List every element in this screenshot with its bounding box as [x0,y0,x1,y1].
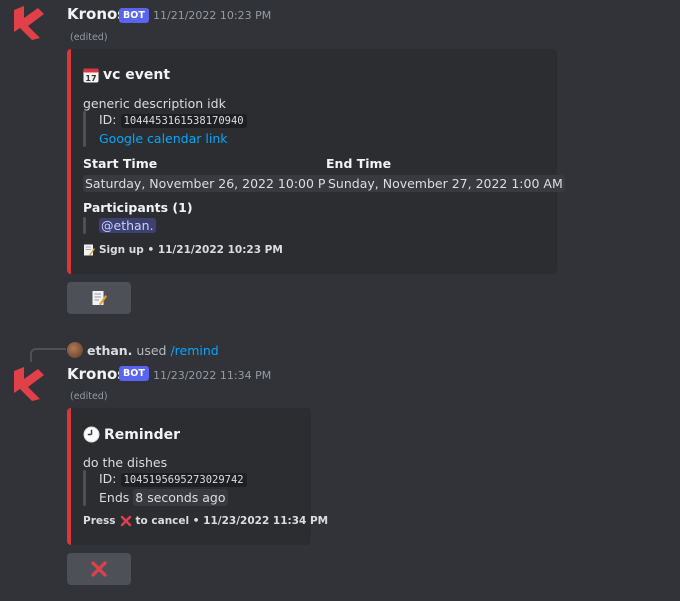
event-id: 1044453161538170940 [120,114,247,128]
reminder-id: 1045195695273029742 [120,473,247,487]
memo-icon [91,290,107,306]
ends-line: Ends 8 seconds ago [99,489,228,506]
embed-footer: Press to cancel • 11/23/2022 11:34 PM [83,515,328,527]
kronos-avatar[interactable] [12,6,46,40]
kronos-logo-icon [14,367,44,401]
cross-mark-icon [120,515,132,527]
participants-label: Participants (1) [83,200,193,215]
user-mention[interactable]: @ethan. [99,218,156,233]
memo-icon [83,244,95,256]
event-embed: 17 vc event generic description idk ID: … [67,49,565,274]
reply-username[interactable]: ethan. [87,343,132,358]
reply-context: ethan. used /remind [87,343,219,358]
author-name[interactable]: Kronos [67,365,126,383]
embed-description: do the dishes [83,455,168,470]
ends-value: 8 seconds ago [133,489,228,506]
embed-footer: Sign up • 11/21/2022 10:23 PM [83,244,283,256]
footer-text: Sign up • 11/21/2022 10:23 PM [99,244,283,256]
edited-label: (edited) [70,32,108,43]
bot-tag: BOT [119,366,149,381]
quote-bar [83,217,86,234]
google-calendar-link[interactable]: Google calendar link [99,131,228,146]
quote-bar [83,470,86,506]
author-name[interactable]: Kronos [67,5,126,23]
timestamp: 11/23/2022 11:34 PM [153,369,272,382]
embed-title-text: Reminder [104,426,181,443]
timestamp: 11/21/2022 10:23 PM [153,9,272,22]
embed-title-text: vc event [103,67,171,83]
reply-command[interactable]: /remind [170,343,218,358]
footer-text: to cancel • 11/23/2022 11:34 PM [135,515,329,527]
participant-item: @ethan. [99,218,156,233]
ethan-avatar[interactable] [67,342,83,358]
edited-label: (edited) [70,391,108,402]
id-label: ID: [99,112,117,127]
reminder-embed: Reminder do the dishes ID: 1045195695273… [67,408,328,545]
calendar-icon: 17 [83,67,99,83]
start-time-label: Start Time [83,156,158,171]
sign-up-button[interactable] [67,282,131,314]
cancel-reminder-button[interactable] [67,553,131,585]
bot-tag: BOT [119,8,149,23]
id-line: ID: 1045195695273029742 [99,471,247,487]
reply-connector [30,348,66,362]
cross-mark-icon [90,560,108,578]
clock-icon [83,426,100,443]
embed-title: 17 vc event [83,67,170,83]
quote-bar [83,111,86,147]
kronos-avatar[interactable] [12,367,46,401]
start-time-value: Saturday, November 26, 2022 10:00 PM [83,175,339,192]
end-time-label: End Time [326,156,392,171]
id-label: ID: [99,471,117,486]
id-line: ID: 1044453161538170940 [99,112,247,128]
ends-label: Ends [99,490,130,505]
end-time-value: Sunday, November 27, 2022 1:00 AM [326,175,565,192]
footer-press: Press [83,515,116,527]
reply-used: used [136,343,167,358]
kronos-logo-icon [14,6,44,40]
embed-title: Reminder [83,426,180,443]
svg-text:17: 17 [85,74,96,83]
embed-description: generic description idk [83,96,226,111]
